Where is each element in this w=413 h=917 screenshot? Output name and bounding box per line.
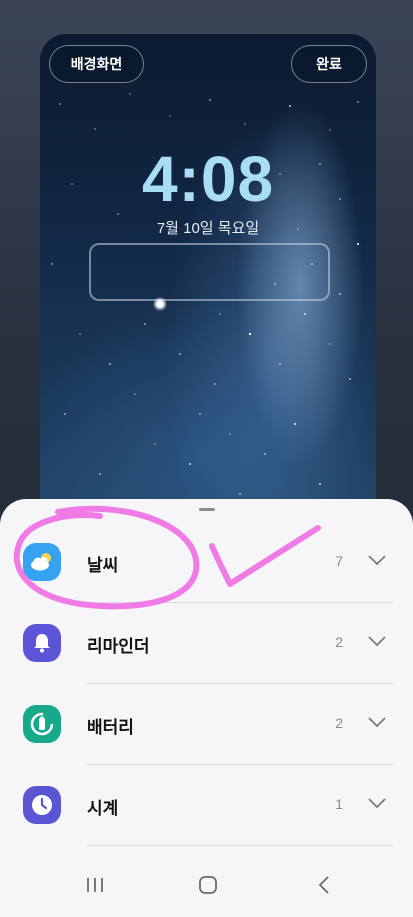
- widget-row-weather[interactable]: 날씨 7: [0, 521, 413, 602]
- row-divider: [87, 845, 393, 846]
- weather-icon: [23, 543, 61, 581]
- widget-slot[interactable]: [89, 243, 330, 301]
- widget-count: 1: [335, 796, 343, 812]
- widget-row-label: 날씨: [87, 556, 119, 575]
- lockscreen-date: 7월 10일 목요일: [156, 220, 260, 237]
- widget-row-battery[interactable]: 배터리 2: [0, 683, 413, 764]
- widget-count: 7: [335, 553, 343, 569]
- widget-row-label: 배터리: [87, 718, 134, 737]
- widget-picker-sheet: 날씨 7 리마인더 2 배터리 2 시계 1: [0, 499, 413, 917]
- widget-row-label: 시계: [87, 799, 119, 818]
- wallpaper-button[interactable]: 배경화면: [49, 45, 144, 83]
- battery-icon: [23, 705, 61, 743]
- done-button[interactable]: 완료: [291, 45, 367, 83]
- lockscreen-preview: 배경화면 완료 4:08 7월 10일 목요일: [40, 34, 376, 534]
- bright-star: [153, 297, 167, 311]
- chevron-down-icon[interactable]: [367, 554, 387, 566]
- widget-row-label: 리마인더: [87, 637, 150, 656]
- clock-icon: [23, 786, 61, 824]
- lockscreen-clock[interactable]: 4:08: [40, 142, 376, 216]
- widget-count: 2: [335, 634, 343, 650]
- recents-icon[interactable]: [84, 875, 106, 895]
- chevron-down-icon[interactable]: [367, 716, 387, 728]
- widget-row-reminder[interactable]: 리마인더 2: [0, 602, 413, 683]
- chevron-down-icon[interactable]: [367, 797, 387, 809]
- home-icon[interactable]: [197, 875, 219, 895]
- chevron-down-icon[interactable]: [367, 635, 387, 647]
- widget-count: 2: [335, 715, 343, 731]
- widget-row-clock[interactable]: 시계 1: [0, 764, 413, 845]
- sheet-drag-handle[interactable]: [199, 508, 215, 511]
- system-navigation-bar: [0, 857, 413, 917]
- bell-icon: [23, 624, 61, 662]
- back-icon[interactable]: [314, 875, 336, 895]
